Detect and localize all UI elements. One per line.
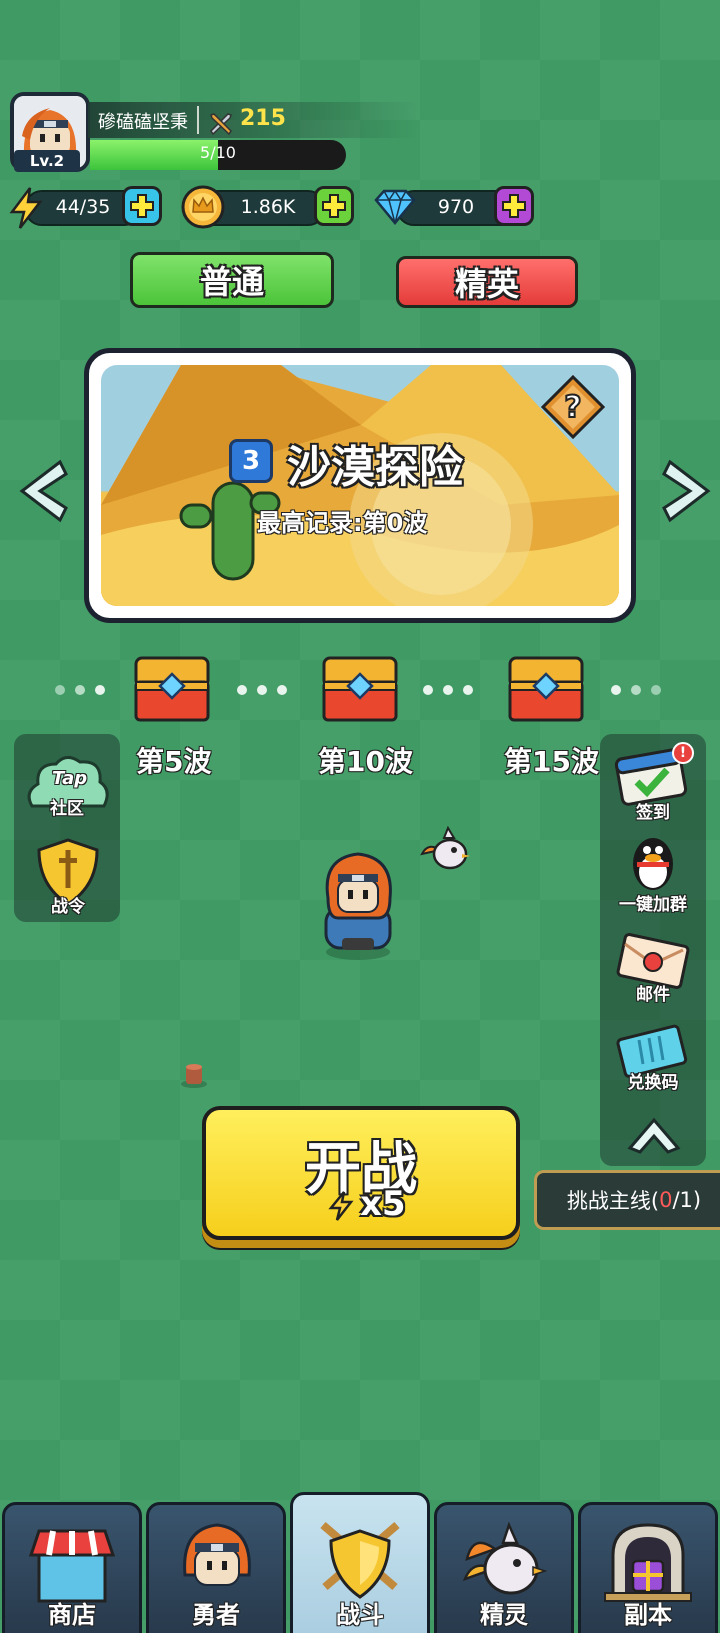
join-group-button[interactable]: 一键加群 <box>608 834 698 915</box>
gem-add-button[interactable] <box>494 186 534 226</box>
reward-chest-1[interactable] <box>132 652 212 728</box>
gold-crown-icon <box>180 184 226 234</box>
hero-head-icon <box>183 1523 251 1586</box>
mail-label: 邮件 <box>636 985 670 1005</box>
plus-icon <box>502 194 526 218</box>
player-level: Lv.2 <box>14 150 80 172</box>
svg-text:?: ? <box>564 390 581 425</box>
player-name: 磣磕磕坚秉 <box>98 112 188 133</box>
main-challenge-button[interactable]: 挑战主线(0/1) <box>534 1170 720 1230</box>
join-group-label: 一键加群 <box>619 895 687 915</box>
checkin-label: 签到 <box>636 803 670 823</box>
nav-label-dungeon: 副本 <box>624 1601 672 1629</box>
stage-number-badge: 3 <box>229 439 273 483</box>
energy-icon <box>8 186 44 234</box>
penguin-icon <box>633 838 673 890</box>
checkin-button[interactable]: ! 签到 <box>608 742 698 823</box>
stage-record: 最高记录:第0波 <box>257 509 428 537</box>
redeem-code-button[interactable]: 兑换码 <box>608 1018 698 1098</box>
mode-elite-label: 精英 <box>454 265 519 303</box>
diamond-icon <box>372 188 418 230</box>
battle-cost: x5 <box>360 1184 406 1224</box>
battle-energy-icon <box>328 1190 354 1226</box>
stage-title: 沙漠探险 <box>287 442 463 493</box>
nav-tab-shop[interactable]: 商店 <box>2 1502 142 1633</box>
mode-normal-button[interactable]: 普通 <box>130 252 334 308</box>
community-label: 社区 <box>50 799 84 819</box>
redeem-code-label: 兑换码 <box>627 1073 679 1093</box>
plus-icon <box>130 194 154 218</box>
dungeon-gate-icon <box>604 1523 692 1602</box>
nav-tab-spirit[interactable]: 精灵 <box>434 1502 574 1633</box>
mode-elite-button[interactable]: 精英 <box>396 256 578 308</box>
energy-value: 44/35 <box>55 196 111 218</box>
stage-prev-arrow[interactable] <box>16 458 68 524</box>
nav-label-hero: 勇者 <box>192 1601 240 1629</box>
mail-button[interactable]: 邮件 <box>608 926 698 1006</box>
collapse-panel-button[interactable] <box>626 1114 682 1158</box>
battle-pass-label: 战令 <box>51 897 85 917</box>
battle-shield-icon <box>320 1521 400 1599</box>
challenge-total: /1) <box>672 1188 702 1212</box>
checkin-badge: ! <box>672 742 694 764</box>
plus-icon <box>322 194 346 218</box>
stage-card[interactable]: ? 3 沙漠探险 最高记录:第0波 <box>84 348 636 623</box>
energy-add-button[interactable] <box>122 186 162 226</box>
exp-text: 5/10 <box>200 143 236 162</box>
nav-label-spirit: 精灵 <box>480 1601 528 1629</box>
reward-chest-3[interactable] <box>506 652 586 728</box>
battle-pass-button[interactable]: 战令 <box>30 836 106 917</box>
challenge-label: 挑战主线( <box>566 1189 660 1213</box>
nav-label-battle: 战斗 <box>336 1601 384 1629</box>
gold-value: 1.86K <box>240 196 296 218</box>
mode-normal-label: 普通 <box>199 263 264 301</box>
stage-next-arrow[interactable] <box>662 458 714 524</box>
reward-label-2: 第10波 <box>318 745 413 778</box>
gem-value: 970 <box>437 196 475 218</box>
shop-stall-icon <box>28 1529 116 1603</box>
community-tap-label: Tap <box>52 768 88 789</box>
nav-tab-hero[interactable]: 勇者 <box>146 1502 286 1633</box>
reward-label-1: 第5波 <box>136 745 212 778</box>
start-battle-button[interactable]: 开战 x5 <box>202 1106 520 1240</box>
community-button[interactable]: Tap 社区 <box>22 752 112 819</box>
challenge-progress: 0 <box>659 1188 673 1212</box>
nav-tab-dungeon[interactable]: 副本 <box>578 1502 718 1633</box>
name-divider <box>197 106 199 134</box>
hero-character <box>318 848 398 964</box>
nav-label-shop: 商店 <box>48 1601 96 1629</box>
power-swords-icon <box>208 110 234 141</box>
nav-tab-battle[interactable]: 战斗 <box>290 1492 430 1633</box>
gold-add-button[interactable] <box>314 186 354 226</box>
power-value: 215 <box>240 106 286 131</box>
pet-bird <box>418 824 474 884</box>
reward-label-3: 第15波 <box>504 745 599 778</box>
stage-help-button[interactable]: ? <box>540 374 606 443</box>
tree-stump <box>180 1062 208 1092</box>
reward-chest-2[interactable] <box>320 652 400 728</box>
spirit-bird-icon <box>462 1521 548 1595</box>
bottom-navigation: 商店 勇者 战斗 精灵 副本 <box>0 1492 720 1633</box>
